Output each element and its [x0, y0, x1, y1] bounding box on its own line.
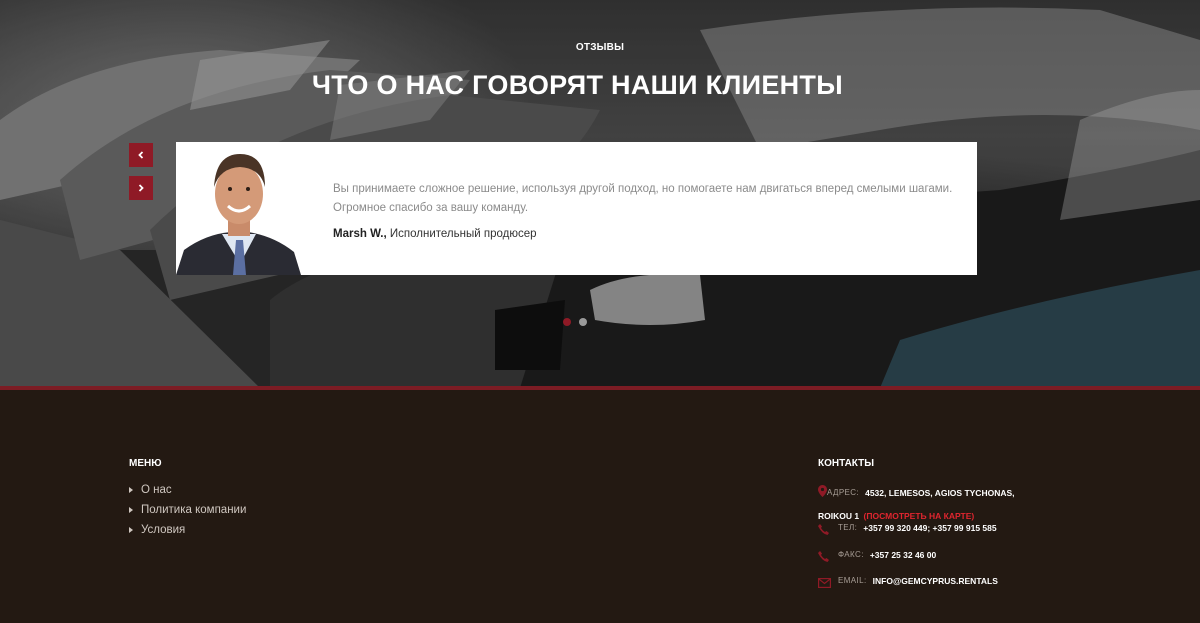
footer-menu-item-policy[interactable]: Политика компании: [129, 500, 246, 520]
author-role: Исполнительный продюсер: [389, 228, 537, 240]
footer-menu-heading: МЕНЮ: [129, 458, 162, 469]
fax-value: +357 25 32 46 00: [869, 550, 937, 560]
map-pin-icon: [818, 484, 827, 502]
contact-address: АДРЕС: 4532, LEMESOS, AGIOS TYCHONAS, RO…: [818, 484, 1038, 524]
carousel-dots: [563, 318, 587, 326]
contact-email: EMAIL: INFO@GEMCYPRUS.RENTALS: [818, 575, 998, 593]
triangle-right-icon: [129, 487, 133, 493]
testimonial-quote: Вы принимаете сложное решение, используя…: [333, 183, 953, 214]
phone-label: ТЕЛ:: [838, 523, 858, 532]
footer-menu-list: О нас Политика компании Условия: [129, 480, 246, 540]
view-on-map-link[interactable]: (ПОСМОТРЕТЬ НА КАРТЕ): [864, 511, 975, 521]
testimonial-card: Вы принимаете сложное решение, используя…: [176, 142, 977, 275]
contact-fax: ФАКС: +357 25 32 46 00: [818, 549, 936, 567]
phone-icon: [818, 522, 838, 540]
footer-contacts-heading: КОНТАКТЫ: [818, 458, 875, 469]
next-testimonial-button[interactable]: [129, 176, 153, 200]
email-value[interactable]: INFO@GEMCYPRUS.RENTALS: [873, 575, 998, 587]
phone-icon: [818, 549, 838, 567]
site-footer: МЕНЮ О нас Политика компании Условия КОН…: [0, 390, 1200, 623]
footer-menu-item-about[interactable]: О нас: [129, 480, 246, 500]
author-name: Marsh W.,: [333, 228, 387, 240]
prev-testimonial-button[interactable]: [129, 143, 153, 167]
footer-menu-label: Политика компании: [141, 504, 247, 516]
address-line-2: ROIKOU 1: [818, 511, 860, 521]
triangle-right-icon: [129, 527, 133, 533]
testimonials-section: ОТЗЫВЫ ЧТО О НАС ГОВОРЯТ НАШИ КЛИЕНТЫ Вы…: [0, 0, 1200, 388]
address-line-1: 4532, LEMESOS, AGIOS TYCHONAS,: [865, 488, 1015, 498]
envelope-icon: [818, 575, 838, 593]
contact-phone: ТЕЛ: +357 99 320 449; +357 99 915 585: [818, 522, 997, 540]
carousel-dot-2[interactable]: [579, 318, 587, 326]
carousel-dot-1[interactable]: [563, 318, 571, 326]
testimonial-author: Marsh W., Исполнительный продюсер: [333, 228, 537, 240]
email-label: EMAIL:: [838, 576, 867, 585]
footer-menu-label: Условия: [141, 524, 186, 536]
footer-menu-item-terms[interactable]: Условия: [129, 520, 246, 540]
chevron-left-icon: [138, 151, 144, 159]
phone-value[interactable]: +357 99 320 449; +357 99 915 585: [863, 522, 996, 534]
section-title: ЧТО О НАС ГОВОРЯТ НАШИ КЛИЕНТЫ: [312, 70, 843, 100]
triangle-right-icon: [129, 507, 133, 513]
section-eyebrow: ОТЗЫВЫ: [575, 42, 625, 53]
client-avatar: [176, 142, 301, 275]
address-label: АДРЕС:: [827, 488, 860, 497]
fax-label: ФАКС:: [838, 550, 864, 559]
chevron-right-icon: [138, 184, 144, 192]
footer-menu-label: О нас: [141, 484, 172, 496]
